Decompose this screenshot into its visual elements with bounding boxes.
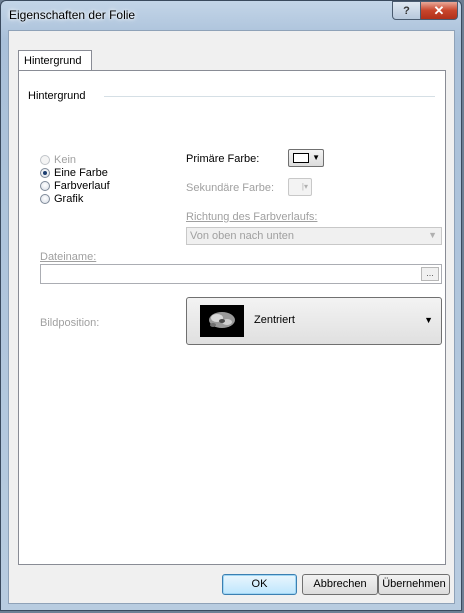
radio-label: Kein [54,154,77,166]
primary-color-picker[interactable]: ▼ [288,149,324,167]
filename-label: Dateiname: [40,251,97,263]
image-position-label: Bildposition: [40,317,100,329]
image-position-value: Zentriert [254,314,295,326]
group-title: Hintergrund [28,90,86,102]
gradient-direction-select[interactable]: Von oben nach unten ▼ [186,227,442,245]
radio-farbverlauf[interactable]: Farbverlauf [40,180,110,192]
dialog-client: Hintergrund Hintergrund Kein Eine Farbe … [8,30,455,604]
apply-button[interactable]: Übernehmen [378,574,450,595]
radio-label: Farbverlauf [54,180,110,192]
tab-panel: Hintergrund Kein Eine Farbe Farbverlauf … [18,70,446,565]
gradient-direction-label: Richtung des Farbverlaufs: [186,211,318,223]
chevron-down-icon: ▼ [312,153,320,162]
radio-indicator [40,168,50,178]
window-title: Eigenschaften der Folie [9,8,136,22]
gradient-direction-value: Von oben nach unten [190,230,294,242]
radio-indicator [40,181,50,191]
filename-input[interactable]: ... [40,264,442,284]
title-bar[interactable]: Eigenschaften der Folie ? ✕ [1,1,461,29]
help-button[interactable]: ? [392,1,421,20]
ok-button[interactable]: OK [222,574,297,595]
chevron-down-icon: ▼ [424,315,433,325]
cancel-button[interactable]: Abbrechen [302,574,378,595]
group-divider [104,96,435,97]
radio-indicator [40,155,50,165]
radio-indicator [40,194,50,204]
image-preview-thumbnail [200,305,244,337]
color-swatch [293,153,309,163]
dialog-window: Eigenschaften der Folie ? ✕ Hintergrund … [0,0,462,611]
secondary-color-picker[interactable]: |▾ [288,178,312,196]
image-position-select[interactable]: Zentriert ▼ [186,297,442,345]
radio-eine-farbe[interactable]: Eine Farbe [40,167,108,179]
radio-label: Eine Farbe [54,167,108,179]
tab-hintergrund[interactable]: Hintergrund [18,50,92,71]
radio-kein[interactable]: Kein [40,154,76,166]
chevron-down-icon: |▾ [301,182,308,191]
chevron-down-icon: ▼ [428,230,437,240]
primary-color-label: Primäre Farbe: [186,153,260,165]
close-icon: ✕ [433,2,445,18]
close-button[interactable]: ✕ [420,1,458,20]
secondary-color-label: Sekundäre Farbe: [186,182,275,194]
radio-label: Grafik [54,193,84,205]
browse-button[interactable]: ... [421,267,439,281]
radio-grafik[interactable]: Grafik [40,193,83,205]
help-icon: ? [403,4,410,17]
